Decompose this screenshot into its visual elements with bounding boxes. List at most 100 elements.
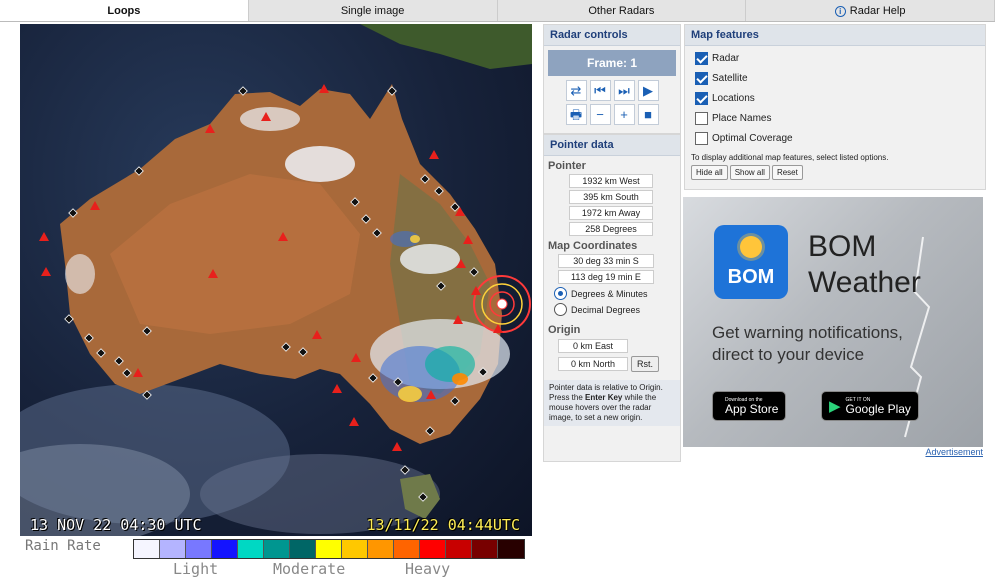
- decimal-degrees-radio[interactable]: [554, 303, 567, 316]
- longitude-value: 113 deg 19 min E: [558, 270, 654, 284]
- rain-rate-swatch: [212, 540, 238, 558]
- ad-brand-name: BOM Weather: [808, 229, 921, 301]
- rain-echo: [452, 373, 468, 385]
- rain-rate-swatch: [498, 540, 524, 558]
- feature-optimal-coverage-checkbox[interactable]: [695, 132, 708, 145]
- first-frame-button[interactable]: ⏮: [589, 80, 611, 101]
- tab-radar-help[interactable]: i Radar Help: [746, 0, 995, 21]
- radar-controls-panel: Radar controls Frame: 1 ⇄ ⏮ ⏭ ▶ 🖶 − + ■: [543, 24, 681, 134]
- feature-radar-checkbox[interactable]: [695, 52, 708, 65]
- feature-radar-label: Radar: [712, 53, 740, 64]
- feature-satellite-checkbox[interactable]: [695, 72, 708, 85]
- advertisement-link[interactable]: Advertisement: [925, 447, 983, 457]
- radar-site-triangle: [429, 150, 439, 159]
- rain-rate-swatch: [264, 540, 290, 558]
- rain-rate-color-bar: [133, 539, 525, 559]
- reset-features-button[interactable]: Reset: [771, 165, 803, 180]
- tab-single-image[interactable]: Single image: [248, 0, 498, 21]
- timestamp-utc-left: 13 NOV 22 04:30 UTC: [30, 516, 202, 534]
- show-all-button[interactable]: Show all: [729, 165, 770, 180]
- ad-brand-line2: Weather: [808, 266, 921, 299]
- map-features-note: To display additional map features, sele…: [691, 153, 889, 162]
- rain-echo: [398, 386, 422, 402]
- cloud-patch: [285, 146, 355, 182]
- feature-locations-label: Locations: [712, 93, 755, 104]
- faster-button[interactable]: +: [613, 104, 635, 125]
- stop-button[interactable]: ■: [637, 104, 659, 125]
- feature-radar[interactable]: Radar: [695, 51, 985, 66]
- pointer-data-panel: Pointer data Pointer 1932 km West 395 km…: [543, 134, 681, 462]
- bom-logo: BOM: [714, 225, 788, 299]
- pointer-south-value: 395 km South: [569, 190, 653, 204]
- feature-locations-checkbox[interactable]: [695, 92, 708, 105]
- tab-other-radars[interactable]: Other Radars: [497, 0, 747, 21]
- app-store-badge[interactable]: Download on the App Store: [712, 391, 787, 421]
- playback-controls: ⇄ ⏮ ⏭ ▶ 🖶 − + ■: [544, 80, 680, 125]
- radar-site-triangle: [332, 384, 342, 393]
- radar-image[interactable]: 13 NOV 22 04:30 UTC 13/11/22 04:44UTC: [20, 24, 532, 536]
- cloud-patch: [65, 254, 95, 294]
- feature-optimal-coverage-label: Optimal Coverage: [712, 133, 793, 144]
- print-button[interactable]: 🖶: [565, 104, 587, 125]
- ad-copy: Get warning notifications, direct to your…: [712, 322, 903, 366]
- feature-satellite[interactable]: Satellite: [695, 71, 985, 86]
- rain-rate-swatch: [290, 540, 316, 558]
- rain-rate-swatch: [446, 540, 472, 558]
- pointer-note: Pointer data is relative to Origin. Pres…: [544, 380, 680, 426]
- rain-rate-swatch: [420, 540, 446, 558]
- latitude-value: 30 deg 33 min S: [558, 254, 654, 268]
- google-play-badge[interactable]: ▶ GET IT ON Google Play: [821, 391, 919, 421]
- google-play-large-text: Google Play: [845, 401, 911, 416]
- feature-place-names-label: Place Names: [712, 113, 772, 124]
- bom-logo-text: BOM: [727, 266, 775, 288]
- origin-north-value: 0 km North: [558, 357, 628, 371]
- advertisement-banner[interactable]: BOM BOM Weather Get warning notifications…: [683, 197, 983, 447]
- toggle-loop-button[interactable]: ⇄: [565, 80, 587, 101]
- rain-rate-swatch: [472, 540, 498, 558]
- play-button[interactable]: ▶: [637, 80, 659, 101]
- rain-rate-swatch: [134, 540, 160, 558]
- rain-rate-swatch: [368, 540, 394, 558]
- pointer-heading: Pointer: [548, 160, 586, 172]
- decimal-degrees-option[interactable]: Decimal Degrees: [554, 303, 680, 316]
- pointer-away-value: 1972 km Away: [569, 206, 653, 220]
- feature-place-names-checkbox[interactable]: [695, 112, 708, 125]
- rain-echo: [425, 346, 475, 382]
- ad-copy-line2: direct to your device: [712, 345, 865, 364]
- radar-site-triangle: [392, 442, 402, 451]
- map-features-title: Map features: [685, 25, 985, 46]
- pointer-west-value: 1932 km West: [569, 174, 653, 188]
- radar-controls-title: Radar controls: [544, 25, 680, 46]
- rain-rate-swatch: [342, 540, 368, 558]
- frame-indicator: Frame: 1: [548, 50, 676, 76]
- radar-map-graphic: [20, 24, 532, 536]
- cloud-patch: [400, 244, 460, 274]
- degrees-minutes-radio[interactable]: [554, 287, 567, 300]
- feature-place-names[interactable]: Place Names: [695, 111, 985, 126]
- map-features-panel: Map features Radar Satellite Locations P…: [684, 24, 986, 190]
- rain-rate-heavy: Heavy: [405, 560, 451, 578]
- tab-loops[interactable]: Loops: [0, 0, 249, 21]
- info-icon: i: [834, 6, 846, 17]
- hide-all-button[interactable]: Hide all: [691, 165, 728, 180]
- feature-optimal-coverage[interactable]: Optimal Coverage: [695, 131, 985, 146]
- rain-rate-label: Rain Rate: [25, 538, 101, 554]
- next-frame-button[interactable]: ⏭: [613, 80, 635, 101]
- rain-rate-swatch: [238, 540, 264, 558]
- pointer-note-key: Enter Key: [585, 393, 623, 402]
- rain-echo: [410, 235, 420, 243]
- decimal-degrees-label: Decimal Degrees: [571, 304, 641, 315]
- rain-rate-moderate: Moderate: [273, 560, 346, 578]
- rain-rate-swatch: [186, 540, 212, 558]
- rain-rate-legend: Rain Rate Light Moderate Heavy: [20, 537, 532, 578]
- degrees-minutes-label: Degrees & Minutes: [571, 288, 648, 299]
- feature-locations[interactable]: Locations: [695, 91, 985, 106]
- rain-rate-swatch: [394, 540, 420, 558]
- rain-rate-light: Light: [173, 560, 219, 578]
- new-guinea-landmass: [360, 24, 532, 69]
- sun-icon: [740, 236, 762, 258]
- degrees-minutes-option[interactable]: Degrees & Minutes: [554, 287, 680, 300]
- slower-button[interactable]: −: [589, 104, 611, 125]
- map-coordinates-heading: Map Coordinates: [548, 240, 638, 252]
- reset-origin-button[interactable]: Rst.: [631, 356, 660, 372]
